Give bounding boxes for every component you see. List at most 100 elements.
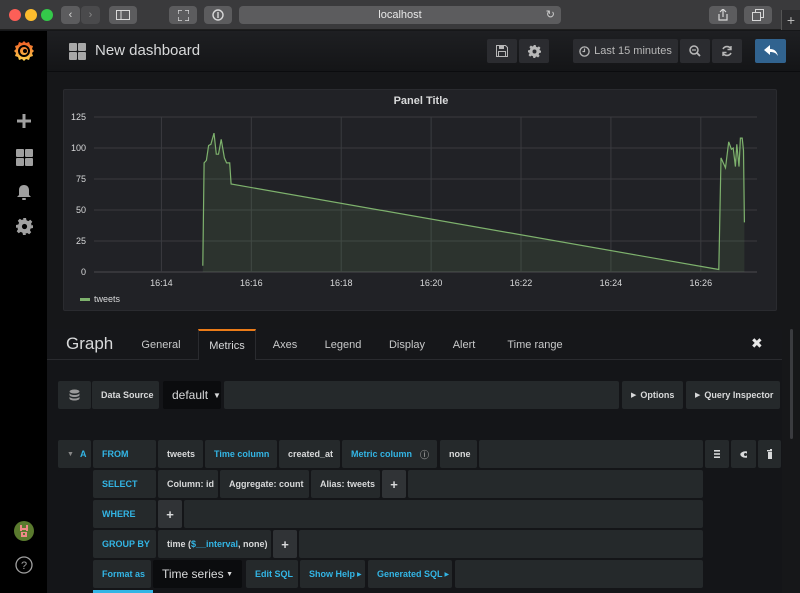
close-editor-icon[interactable]: ✖ — [751, 335, 763, 352]
options-button[interactable]: ▶ Options — [622, 381, 683, 409]
query-menu-button[interactable] — [705, 440, 729, 468]
maximize-window-button[interactable] — [41, 9, 53, 21]
legend-item[interactable]: tweets — [80, 294, 120, 304]
tab-display[interactable]: Display — [381, 329, 433, 360]
close-window-button[interactable] — [9, 9, 21, 21]
group-by-suffix: , none) — [238, 539, 268, 549]
query-inspector-button[interactable]: ▶ Query Inspector — [686, 381, 780, 409]
password-manager-button[interactable] — [204, 6, 232, 24]
add-select-button[interactable]: + — [382, 470, 406, 498]
time-column-select[interactable]: created_at — [279, 440, 340, 468]
grafana-logo-icon[interactable] — [12, 39, 36, 63]
edit-sql-button[interactable]: Edit SQL — [246, 560, 298, 588]
database-icon — [69, 389, 80, 401]
tab-metrics[interactable]: Metrics — [198, 329, 256, 360]
fullscreen-button[interactable] — [169, 6, 197, 24]
format-as-label: Format as — [93, 560, 151, 588]
group-by-time-part[interactable]: time ($__interval, none) — [158, 530, 271, 558]
select-aggregate-part[interactable]: Aggregate: count — [220, 470, 309, 498]
tab-time-range[interactable]: Time range — [499, 329, 571, 360]
hamburger-icon — [714, 450, 720, 458]
share-button[interactable] — [709, 6, 737, 24]
sidebar-item-alerting[interactable] — [12, 180, 36, 204]
options-label: Options — [640, 390, 675, 400]
format-as-value: Time series — [162, 567, 224, 581]
caret-right-icon: ▶ — [631, 392, 637, 399]
zoom-out-icon — [689, 45, 701, 57]
y-tick-label: 125 — [71, 112, 86, 122]
tab-legend[interactable]: Legend — [317, 329, 369, 360]
browser-window: ‹ › localhost ↻ + ? New dashboard Last 1… — [0, 0, 800, 593]
select-row-filler — [408, 470, 703, 498]
zoom-out-button[interactable] — [680, 39, 710, 63]
datasource-select[interactable]: default ▼ — [163, 381, 221, 409]
sidebar: ? — [0, 31, 47, 593]
refresh-button[interactable] — [712, 39, 742, 63]
tabs-icon — [752, 9, 764, 21]
time-series-chart[interactable]: 0 25 50 75 100 125 16:14 16:16 16:18 16:20 16:22 16… — [64, 90, 778, 312]
caret-down-icon: ▼ — [67, 450, 74, 458]
datasource-icon-cell — [58, 381, 91, 409]
query-collapse-toggle[interactable]: ▼ A — [58, 440, 91, 468]
add-group-by-button[interactable]: + — [273, 530, 297, 558]
back-to-dashboard-button[interactable] — [755, 39, 786, 63]
sidebar-item-configuration[interactable] — [12, 214, 36, 238]
new-tab-button[interactable]: + — [781, 10, 800, 30]
generated-sql-button[interactable]: Generated SQL ▶ — [368, 560, 452, 588]
bell-icon — [17, 184, 31, 200]
trash-icon — [767, 449, 772, 459]
select-column-part[interactable]: Column: id — [158, 470, 218, 498]
select-alias-part[interactable]: Alias: tweets — [311, 470, 380, 498]
reload-icon[interactable]: ↻ — [546, 8, 555, 21]
clock-icon — [579, 45, 590, 57]
toggle-visibility-button[interactable] — [731, 440, 756, 468]
sidebar-toggle-button[interactable] — [109, 6, 137, 24]
tab-alert[interactable]: Alert — [443, 329, 485, 360]
datasource-label: Data Source — [92, 381, 159, 409]
browser-toolbar: ‹ › localhost ↻ + — [0, 0, 800, 30]
format-row-filler — [455, 560, 703, 588]
help-icon: ? — [15, 556, 33, 574]
add-where-button[interactable]: + — [158, 500, 182, 528]
minimize-window-button[interactable] — [25, 9, 37, 21]
y-tick-label: 25 — [76, 236, 86, 246]
graph-panel: Panel Title 0 25 50 75 100 125 16:14 16:16 16:18… — [63, 89, 777, 311]
share-icon — [718, 9, 728, 21]
plus-icon — [17, 114, 31, 128]
show-help-button[interactable]: Show Help ▶ — [300, 560, 365, 588]
format-as-select[interactable]: Time series ▼ — [153, 560, 242, 588]
delete-query-button[interactable] — [758, 440, 781, 468]
y-tick-label: 50 — [76, 205, 86, 215]
y-tick-label: 100 — [71, 143, 86, 153]
caret-right-icon: ▶ — [444, 571, 450, 578]
dashboard-settings-button[interactable] — [519, 39, 549, 63]
url-text: localhost — [378, 9, 422, 21]
table-select[interactable]: tweets — [158, 440, 203, 468]
dashboard-title[interactable]: New dashboard — [95, 42, 200, 59]
tab-axes[interactable]: Axes — [265, 329, 305, 360]
gear-icon — [527, 44, 541, 58]
sidebar-item-profile[interactable] — [12, 519, 36, 543]
tabs-overview-button[interactable] — [744, 6, 772, 24]
reply-arrow-icon — [763, 45, 778, 56]
save-dashboard-button[interactable] — [487, 39, 517, 63]
editor-scrollbar[interactable] — [790, 329, 793, 439]
time-range-label: Last 15 minutes — [594, 45, 672, 57]
legend-swatch — [80, 297, 90, 301]
x-tick-label: 16:18 — [330, 278, 353, 288]
time-picker-button[interactable]: Last 15 minutes — [573, 39, 678, 63]
group-by-row-filler — [299, 530, 703, 558]
grafana-logo-icon-svg — [14, 41, 34, 61]
sidebar-item-create[interactable] — [12, 109, 36, 133]
back-button[interactable]: ‹ — [61, 6, 80, 24]
sidebar-item-dashboards[interactable] — [12, 145, 36, 169]
metric-column-select[interactable]: none — [440, 440, 477, 468]
forward-button[interactable]: › — [81, 6, 100, 24]
chevron-right-icon: › — [88, 9, 93, 21]
grid-icon — [15, 148, 33, 166]
info-icon[interactable]: ⓘ — [420, 448, 429, 461]
tab-general[interactable]: General — [135, 329, 187, 360]
sidebar-item-help[interactable]: ? — [12, 553, 36, 577]
address-bar[interactable]: localhost ↻ — [239, 6, 561, 24]
y-tick-label: 75 — [76, 174, 86, 184]
